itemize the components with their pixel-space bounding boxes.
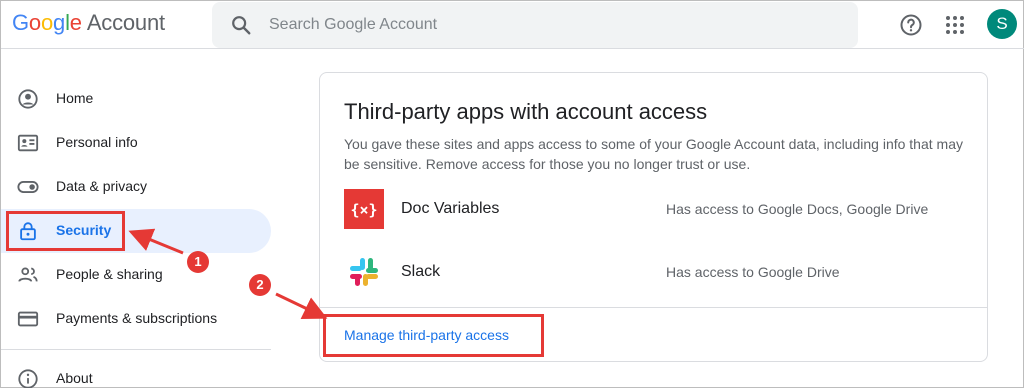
sidebar-item-label: Payments & subscriptions	[56, 310, 218, 326]
badge-icon	[17, 134, 39, 152]
logo-letter: o	[40, 10, 54, 35]
sidebar-item-people-sharing[interactable]: People & sharing	[1, 253, 271, 297]
info-icon	[18, 369, 38, 388]
step-2-badge: 2	[249, 274, 271, 296]
logo-letter: o	[28, 10, 41, 35]
sidebar-item-label: Home	[56, 90, 94, 106]
card-title: Third-party apps with account access	[344, 99, 708, 124]
sidebar-item-data-privacy[interactable]: Data & privacy	[1, 165, 271, 209]
sidebar-item-label: People & sharing	[56, 266, 163, 282]
app-access: Has access to Google Drive	[666, 264, 840, 280]
sidebar-item-payments[interactable]: Payments & subscriptions	[1, 297, 271, 341]
avatar[interactable]: S	[987, 9, 1017, 39]
card-description: You gave these sites and apps access to …	[344, 136, 963, 172]
app-row-slack[interactable]: Slack Has access to Google Drive	[344, 252, 964, 292]
logo-letter: e	[69, 10, 82, 35]
sidebar-item-label: Personal info	[56, 134, 138, 150]
app-row-doc-variables[interactable]: {×} Doc Variables Has access to Google D…	[344, 189, 964, 229]
app-name: Slack	[401, 263, 441, 280]
logo-suffix: Account	[86, 10, 165, 35]
google-account-logo[interactable]: Google Account	[12, 10, 165, 36]
sidebar-item-about[interactable]: About	[1, 357, 271, 388]
svg-text:{×}: {×}	[350, 201, 377, 219]
slack-icon	[350, 258, 378, 286]
sidebar-divider	[1, 349, 271, 350]
top-bar: Google Account Search Google Account S	[1, 1, 1024, 49]
arrow-2	[275, 292, 328, 320]
card-divider	[320, 307, 987, 308]
app-name: Doc Variables	[401, 200, 500, 217]
logo-letter: G	[12, 10, 29, 35]
security-highlight-box	[6, 211, 125, 251]
manage-link-highlight-box	[323, 314, 544, 357]
sidebar-item-label: Data & privacy	[56, 178, 148, 194]
app-access: Has access to Google Docs, Google Drive	[666, 201, 929, 217]
step-1-badge: 1	[187, 251, 209, 273]
credit-card-icon	[17, 311, 39, 327]
sidebar-item-home[interactable]: Home	[1, 77, 271, 121]
search-bar[interactable]: Search Google Account	[212, 2, 858, 48]
toggle-icon	[17, 181, 39, 193]
logo-letter: g	[53, 10, 66, 35]
search-icon[interactable]	[230, 14, 252, 36]
sidebar-item-label: About	[56, 370, 93, 386]
doc-variables-icon: {×}	[344, 189, 384, 229]
people-icon	[18, 267, 38, 282]
account-circle-icon	[18, 89, 38, 109]
sidebar-item-personal-info[interactable]: Personal info	[1, 121, 271, 165]
apps-grid-icon[interactable]	[945, 15, 965, 35]
help-icon[interactable]	[899, 13, 923, 37]
search-input[interactable]: Search Google Account	[269, 16, 437, 34]
